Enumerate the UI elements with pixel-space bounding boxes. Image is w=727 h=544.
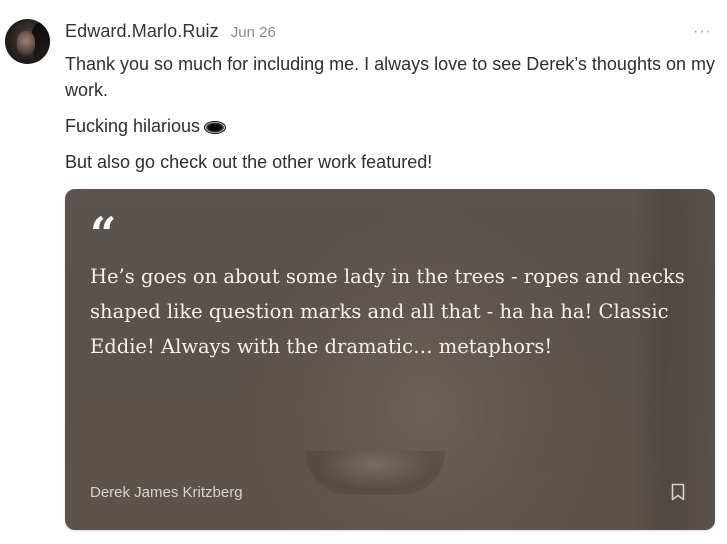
comment-paragraph-with-emoji: Fucking hilarious [65, 113, 715, 139]
quote-author[interactable]: Derek James Kritzberg [90, 484, 243, 501]
author-name[interactable]: Edward.Marlo.Ruiz [65, 21, 219, 42]
eye-emoji-icon [204, 121, 227, 134]
avatar[interactable] [5, 19, 50, 64]
quote-mark-icon: “ [90, 207, 117, 261]
comment-date[interactable]: Jun 26 [231, 24, 276, 41]
comment-post: Edward.Marlo.Ruiz Jun 26 ··· Thank you s… [0, 0, 727, 544]
comment-body: Thank you so much for including me. I al… [65, 51, 715, 185]
quote-card[interactable]: “ He’s goes on about some lady in the tr… [65, 189, 715, 530]
more-options-icon[interactable]: ··· [693, 24, 712, 40]
comment-header: Edward.Marlo.Ruiz Jun 26 [65, 21, 276, 42]
bookmark-icon[interactable] [671, 483, 685, 501]
background-photo-smile [305, 451, 445, 495]
comment-paragraph: Thank you so much for including me. I al… [65, 54, 715, 100]
quote-text: He’s goes on about some lady in the tree… [90, 265, 685, 358]
comment-paragraph-text: Fucking hilarious [65, 116, 201, 136]
comment-paragraph: But also go check out the other work fea… [65, 152, 433, 172]
avatar-face [17, 31, 35, 55]
